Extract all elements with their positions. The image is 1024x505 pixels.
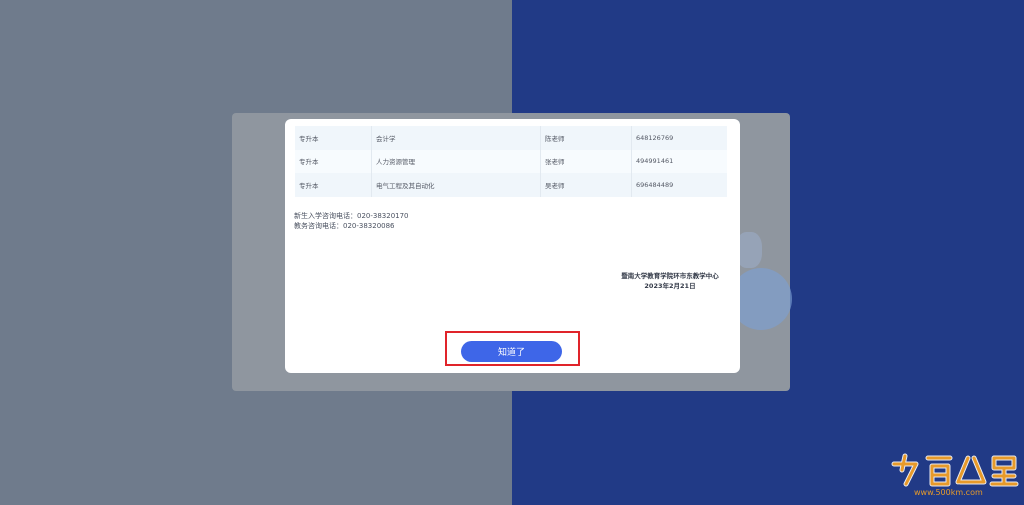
- site-watermark: www.500km.com: [888, 452, 1020, 500]
- table-cell-qq: 648126769: [631, 126, 727, 150]
- signature-block: 暨南大学教育学院环市东教学中心 2023年2月21日: [615, 271, 725, 291]
- academic-phone: 教务咨询电话：020-38320086: [294, 222, 395, 230]
- table-cell-teacher: 陈老师: [540, 126, 632, 150]
- signature-org: 暨南大学教育学院环市东教学中心: [621, 272, 719, 280]
- table-cell-qq: 494991461: [631, 149, 727, 173]
- contact-table: 专升本 会计学 陈老师 648126769 专升本 人力资源管理 张老师 494…: [295, 126, 727, 197]
- table-row: 专升本 电气工程及其自动化 吴老师 696484489: [295, 173, 727, 197]
- table-cell-teacher: 吴老师: [540, 173, 632, 197]
- table-cell-major: 会计学: [371, 126, 541, 150]
- contact-info: 新生入学咨询电话：020-38320170 教务咨询电话：020-3832008…: [294, 211, 409, 231]
- table-cell-level: 专升本: [295, 173, 372, 197]
- table-cell-qq: 696484489: [631, 173, 727, 197]
- ok-button[interactable]: 知道了: [461, 341, 562, 362]
- watermark-url: www.500km.com: [914, 488, 983, 497]
- table-row: 专升本 会计学 陈老师 648126769: [295, 126, 727, 150]
- notice-dialog: 专升本 会计学 陈老师 648126769 专升本 人力资源管理 张老师 494…: [285, 119, 740, 373]
- signature-date: 2023年2月21日: [644, 282, 696, 290]
- table-cell-level: 专升本: [295, 126, 372, 150]
- admission-phone: 新生入学咨询电话：020-38320170: [294, 212, 409, 220]
- table-cell-major: 电气工程及其自动化: [371, 173, 541, 197]
- table-cell-major: 人力资源管理: [371, 149, 541, 173]
- table-cell-teacher: 张老师: [540, 149, 632, 173]
- watermark-logo-icon: [891, 453, 1019, 487]
- table-row: 专升本 人力资源管理 张老师 494991461: [295, 149, 727, 173]
- table-cell-level: 专升本: [295, 149, 372, 173]
